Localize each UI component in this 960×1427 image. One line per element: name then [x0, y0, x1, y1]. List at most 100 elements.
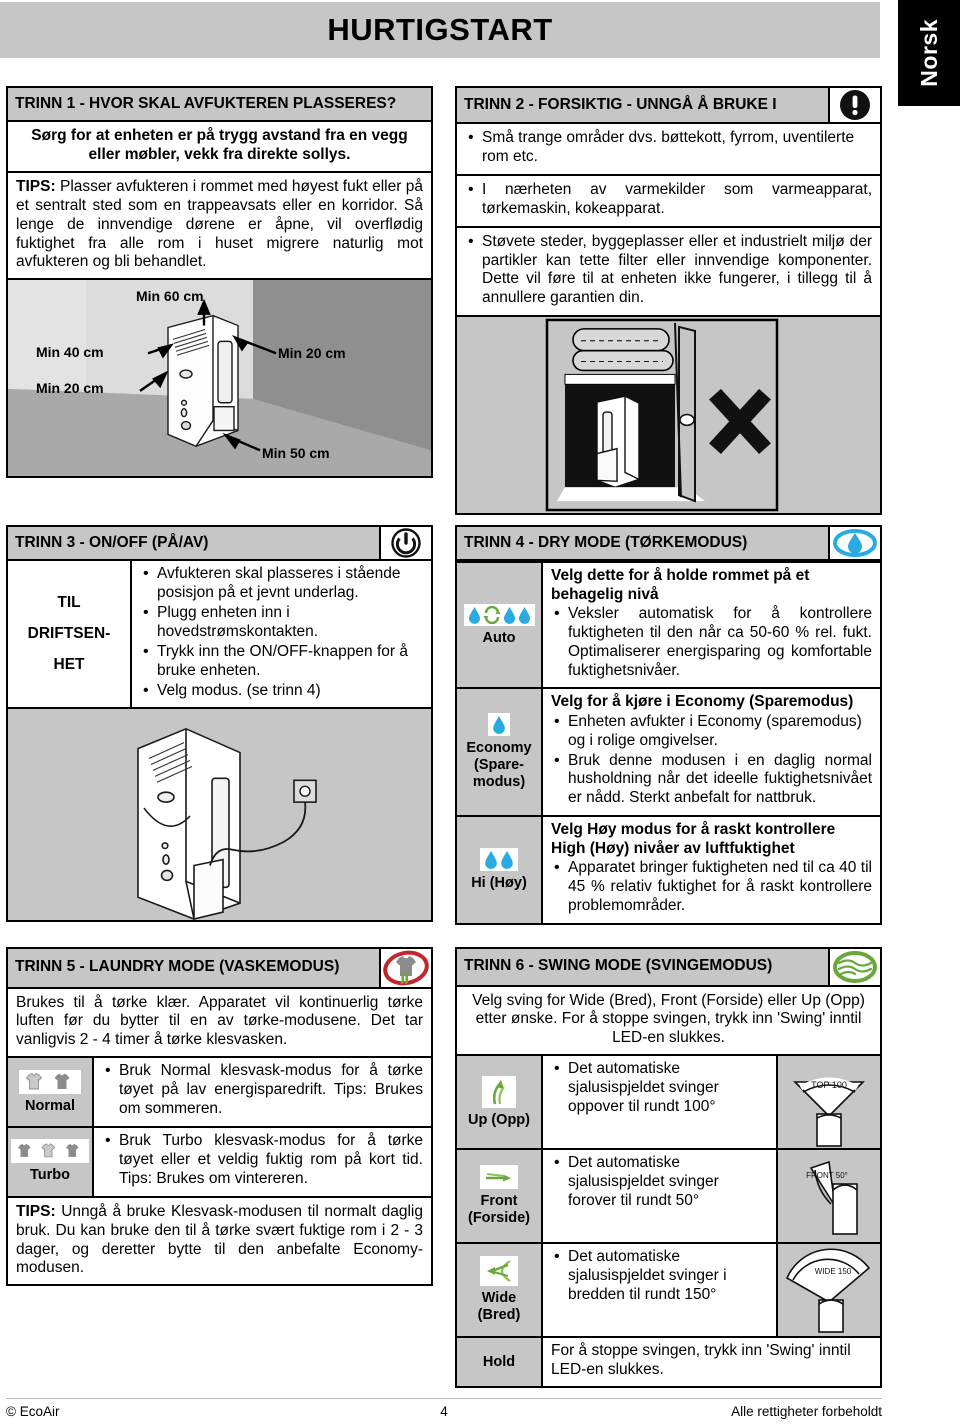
step-5-mode-turbo-body: Bruk Turbo klesvask-modus for å tørke tø…	[94, 1128, 431, 1196]
three-tshirts-icon	[11, 1139, 89, 1164]
mode-title: Velg Høy modus for å raskt kontrollere H…	[551, 821, 836, 857]
step-1-box: TRINN 1 - HVOR SKAL AVFUKTEREN PLASSERES…	[6, 86, 433, 479]
page-footer: © EcoAir 4 Alle rettigheter forbeholdt	[6, 1398, 882, 1419]
mode-label-text: Wide (Bred)	[477, 1290, 521, 1324]
step-6-box: TRINN 6 - SWING MODE (SVINGEMODUS) Velg	[455, 946, 882, 1389]
mode-label-turbo: Turbo	[8, 1127, 94, 1196]
page-header-bar: HURTIGSTART	[0, 2, 880, 58]
swing-wide-diagram: WIDE 150	[776, 1244, 880, 1337]
step-3-side-label-line: HET	[53, 656, 85, 674]
step-6-hold-body: For å stoppe svingen, trykk inn 'Swing' …	[551, 1342, 851, 1379]
step-3-panel: TRINN 3 - ON/OFF (PÅ/AV) TIL DRIFTSEN- H…	[6, 525, 433, 933]
avoid-placement-diagram	[457, 317, 880, 514]
step-4-mode-row-auto: Auto Velg dette for å holde rommet på et…	[457, 561, 880, 688]
step-6-mode-row-up: Up (Opp) Det automatiske sjalusispjeldet…	[457, 1054, 880, 1149]
step-2-bullet: Små trange områder dvs. bøttekott, fyrro…	[468, 128, 872, 167]
mode-label-auto: Auto	[457, 563, 543, 688]
step-4-mode-hi-body: Velg Høy modus for å raskt kontrollere H…	[543, 817, 880, 922]
mode-label-hi: Hi (Høy)	[457, 817, 543, 923]
step-3-side-label: TIL DRIFTSEN- HET	[8, 561, 132, 707]
mode-label-hold: Hold	[457, 1338, 543, 1387]
step-5-box: TRINN 5 - LAUNDRY MODE (VASKEMODUS) Bruk…	[6, 946, 433, 1287]
step-6-panel: TRINN 6 - SWING MODE (SVINGEMODUS) Velg	[455, 946, 882, 1398]
step-6-heading: TRINN 6 - SWING MODE (SVINGEMODUS)	[464, 957, 773, 975]
mode-label-text: Normal	[25, 1097, 75, 1114]
step-6-mode-row-wide: Wide (Bred) Det automatiske sjalusispjel…	[457, 1242, 880, 1337]
double-drop-icon	[480, 847, 518, 871]
step-5-mode-row-turbo: Turbo Bruk Turbo klesvask-modus for å tø…	[8, 1125, 431, 1196]
swing-waves-icon	[828, 948, 880, 985]
mode-bullet: Veksler automatisk for å kontrollere fuk…	[554, 604, 872, 681]
step-4-mode-row-hi: Hi (Høy) Velg Høy modus for å raskt kont…	[457, 815, 880, 923]
swing-front-diagram: FRONT 50°	[776, 1150, 880, 1243]
step-5-panel: TRINN 5 - LAUNDRY MODE (VASKEMODUS) Bruk…	[6, 946, 433, 1398]
step-6-hold-row: Hold For å stoppe svingen, trykk inn 'Sw…	[457, 1336, 880, 1387]
step-4-panel: TRINN 4 - DRY MODE (TØRKEMODUS) Auto Vel…	[455, 525, 882, 933]
step-4-mode-row-economy: Economy (Spare-modus) Velg for å kjøre i…	[457, 687, 880, 816]
row-steps-5-6: TRINN 5 - LAUNDRY MODE (VASKEMODUS) Bruk…	[6, 946, 882, 1398]
label-min-50: Min 50 cm	[262, 446, 330, 462]
warning-exclamation-icon	[828, 88, 880, 122]
step-4-mode-economy-body: Velg for å kjøre i Economy (Sparemodus) …	[543, 689, 880, 815]
step-3-content-row: TIL DRIFTSEN- HET Avfukteren skal plasse…	[8, 561, 431, 707]
step-4-header: TRINN 4 - DRY MODE (TØRKEMODUS)	[457, 527, 880, 562]
step-3-heading: TRINN 3 - ON/OFF (PÅ/AV)	[15, 533, 209, 551]
step-5-tips-text: Unngå å bruke Klesvask-modusen til norma…	[16, 1202, 423, 1277]
label-min-20-left: Min 20 cm	[36, 380, 104, 396]
step-5-heading: TRINN 5 - LAUNDRY MODE (VASKEMODUS)	[15, 958, 340, 976]
mode-label-text: Auto	[482, 629, 516, 646]
step-1-header: TRINN 1 - HVOR SKAL AVFUKTEREN PLASSERES…	[8, 88, 431, 122]
mode-label-text: Front (Forside)	[467, 1193, 531, 1227]
single-drop-icon	[488, 713, 510, 737]
mode-bullet: Apparatet bringer fuktigheten ned til ca…	[554, 858, 872, 916]
swing-wide-diagram-label: WIDE 150	[815, 1267, 852, 1276]
mode-label-normal: Normal	[8, 1058, 94, 1126]
step-2-bullet: I nærheten av varmekilder som varmeappar…	[468, 180, 872, 219]
step-6-mode-up-body: Det automatiske sjalusispjeldet svinger …	[543, 1056, 776, 1148]
footer-copyright: © EcoAir	[6, 1404, 60, 1419]
mode-title: Velg dette for å holde rommet på et beha…	[551, 567, 810, 603]
step-6-mode-row-front: Front (Forside) Det automatiske sjalusis…	[457, 1148, 880, 1243]
mode-bullet: Bruk Normal klesvask-modus for å tørke t…	[105, 1061, 423, 1119]
step-5-mode-row-normal: Normal Bruk Normal klesvask-modus for å …	[8, 1056, 431, 1126]
step-4-box: TRINN 4 - DRY MODE (TØRKEMODUS) Auto Vel…	[455, 525, 882, 925]
step-1-illustration: Min 60 cm Min 40 cm Min 20 cm Min 20 cm …	[8, 278, 431, 477]
power-icon	[379, 527, 431, 560]
mode-bullet: Det automatiske sjalusispjeldet svinger …	[554, 1247, 768, 1305]
row-steps-3-4: TRINN 3 - ON/OFF (PÅ/AV) TIL DRIFTSEN- H…	[6, 525, 882, 933]
laundry-tshirt-icon	[379, 948, 431, 987]
footer-page-number: 4	[440, 1404, 448, 1419]
step-1-heading: TRINN 1 - HVOR SKAL AVFUKTEREN PLASSERES…	[15, 94, 397, 112]
step-2-box: TRINN 2 - FORSIKTIG - UNNGÅ Å BRUKE I Sm…	[455, 86, 882, 516]
mode-label-text: Turbo	[30, 1167, 70, 1184]
mode-label-text: Up (Opp)	[467, 1111, 530, 1128]
step-3-side-label-line: DRIFTSEN-	[27, 625, 111, 643]
auto-drops-cycle-icon	[463, 603, 535, 626]
language-tab-label: Norsk	[915, 19, 942, 87]
swing-up-arrow-icon	[482, 1075, 516, 1108]
row-steps-1-2: TRINN 1 - HVOR SKAL AVFUKTEREN PLASSERES…	[6, 86, 882, 524]
step-2-header: TRINN 2 - FORSIKTIG - UNNGÅ Å BRUKE I	[457, 88, 880, 124]
label-min-20-right: Min 20 cm	[278, 346, 346, 362]
mode-label-text: Hi (Høy)	[471, 874, 527, 891]
mode-bullet: Bruk Turbo klesvask-modus for å tørke tø…	[105, 1131, 423, 1189]
step-4-heading: TRINN 4 - DRY MODE (TØRKEMODUS)	[464, 533, 748, 551]
step-2-illustration	[457, 315, 880, 514]
step-6-mode-front-body: Det automatiske sjalusispjeldet svinger …	[543, 1150, 776, 1242]
step-6-header: TRINN 6 - SWING MODE (SVINGEMODUS)	[457, 948, 880, 987]
footer-rights: Alle rettigheter forbeholdt	[731, 1404, 882, 1419]
mode-label-front: Front (Forside)	[457, 1150, 543, 1243]
step-4-mode-auto-body: Velg dette for å holde rommet på et beha…	[543, 563, 880, 687]
mode-bullet: Det automatiske sjalusispjeldet svinger …	[554, 1059, 768, 1117]
step-6-intro: Velg sving for Wide (Bred), Front (Forsi…	[472, 991, 865, 1047]
step-2-bullet-3-cell: Støvete steder, byggeplasser eller et in…	[457, 225, 880, 316]
step-3-illustration	[8, 706, 431, 920]
step-3-bullet: Avfukteren skal plasseres i stående posi…	[143, 564, 423, 603]
step-1-tips-text: Plasser avfukteren i rommet med høyest f…	[16, 177, 423, 271]
mode-title: Velg for å kjøre i Economy (Sparemodus)	[551, 693, 854, 711]
step-1-panel: TRINN 1 - HVOR SKAL AVFUKTEREN PLASSERES…	[6, 86, 433, 524]
mode-bullet: Det automatiske sjalusispjeldet svinger …	[554, 1153, 768, 1211]
step-3-side-label-line: TIL	[57, 594, 81, 612]
step-3-bullet: Trykk inn the ON/OFF-knappen for å bruke…	[143, 642, 423, 681]
mode-label-text: Hold	[482, 1353, 516, 1370]
